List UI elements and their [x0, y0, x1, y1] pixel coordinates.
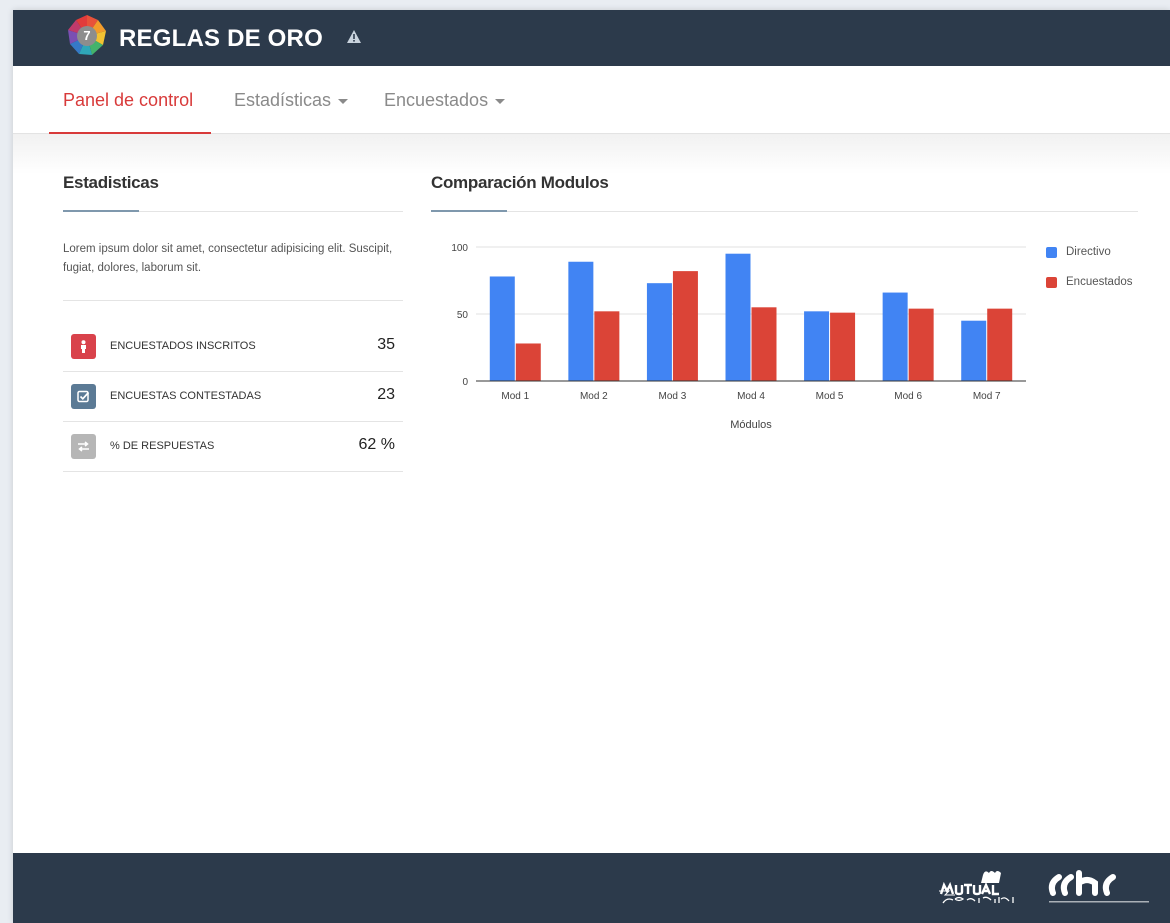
bar-directivo-1 — [489, 276, 515, 381]
stat-value: 35 — [377, 336, 395, 353]
stat-row-encuestados-inscritos[interactable]: ENCUESTADOS INSCRITOS 35 — [63, 322, 403, 372]
bar-encuestados-6 — [908, 308, 934, 381]
legend-label: Encuestados — [1066, 276, 1133, 288]
stat-label: % DE RESPUESTAS — [110, 440, 215, 452]
cchc-logo — [1048, 870, 1149, 903]
legend-swatch — [1046, 277, 1057, 288]
mutual-de-seguridad-logo — [937, 871, 1017, 904]
legend-swatch — [1046, 247, 1057, 258]
brand-title[interactable]: REGLAS DE ORO — [119, 25, 323, 53]
caret-down-icon — [495, 98, 506, 104]
bar-encuestados-7 — [987, 308, 1013, 381]
person-icon — [71, 334, 96, 359]
nav-estadisticas[interactable]: Estadísticas — [234, 90, 349, 111]
stat-value: 62 % — [358, 436, 395, 453]
bar-encuestados-4 — [751, 307, 777, 381]
x-tick-label: Mod 3 — [659, 391, 687, 402]
footer — [13, 853, 1170, 923]
top-bar: 7 REGLAS DE ORO — [13, 10, 1170, 66]
x-tick-label: Mod 2 — [580, 391, 608, 402]
bar-encuestados-5 — [830, 312, 856, 381]
stats-title: Estadisticas — [63, 173, 159, 192]
y-tick-label: 0 — [462, 377, 468, 388]
stat-value: 23 — [377, 386, 395, 403]
main-nav: Panel de control Estadísticas Encuestado… — [13, 66, 1170, 134]
chart-title-accent — [431, 210, 507, 212]
checkbox-icon — [71, 384, 96, 409]
nav-shadow — [13, 134, 1170, 174]
warning-icon[interactable] — [346, 29, 362, 45]
nav-encuestados[interactable]: Encuestados — [384, 90, 506, 111]
stat-row-porcentaje-respuestas[interactable]: % DE RESPUESTAS 62 % — [63, 422, 403, 472]
x-axis-label: Módulos — [730, 419, 772, 431]
x-tick-label: Mod 1 — [501, 391, 529, 402]
nav-label: Estadísticas — [234, 90, 332, 110]
legend-label: Directivo — [1066, 246, 1111, 258]
bar-directivo-3 — [646, 283, 672, 381]
x-tick-label: Mod 5 — [816, 391, 844, 402]
chart-title: Comparación Modulos — [431, 173, 609, 192]
stat-label: ENCUESTADOS INSCRITOS — [110, 340, 256, 352]
x-tick-label: Mod 7 — [973, 391, 1001, 402]
stat-label: ENCUESTAS CONTESTADAS — [110, 390, 262, 402]
bar-directivo-6 — [882, 292, 908, 381]
bar-directivo-2 — [568, 261, 594, 381]
bar-encuestados-3 — [672, 271, 698, 381]
caret-down-icon — [338, 98, 349, 104]
logo-badge-icon[interactable]: 7 — [63, 12, 111, 60]
stats-title-accent — [63, 210, 139, 212]
badge-number: 7 — [83, 28, 91, 43]
x-tick-label: Mod 6 — [894, 391, 922, 402]
bar-encuestados-1 — [515, 343, 541, 381]
nav-label: Encuestados — [384, 90, 489, 110]
y-tick-label: 50 — [457, 310, 469, 321]
nav-panel-de-control[interactable]: Panel de control — [63, 90, 193, 111]
x-tick-label: Mod 4 — [737, 391, 765, 402]
y-tick-label: 100 — [451, 243, 468, 254]
bar-directivo-7 — [961, 320, 987, 381]
bar-directivo-4 — [725, 253, 751, 381]
app-window: 7 REGLAS DE ORO Panel de control Estadís… — [13, 10, 1170, 923]
nav-label: Panel de control — [63, 90, 194, 110]
module-comparison-chart: 0 50 100 Mod 1 Mod 2 Mod 3 Mod 4 Mod 5 Mod 6 Mod … — [451, 243, 1026, 431]
exchange-icon — [71, 434, 96, 459]
bar-encuestados-2 — [594, 311, 620, 381]
stats-description: Lorem ipsum dolor sit amet, consectetur … — [63, 243, 393, 274]
stat-row-encuestas-contestadas[interactable]: ENCUESTAS CONTESTADAS 23 — [63, 372, 403, 422]
bar-directivo-5 — [804, 311, 830, 381]
chart-title-rule — [431, 211, 1138, 212]
description-divider — [63, 300, 403, 301]
